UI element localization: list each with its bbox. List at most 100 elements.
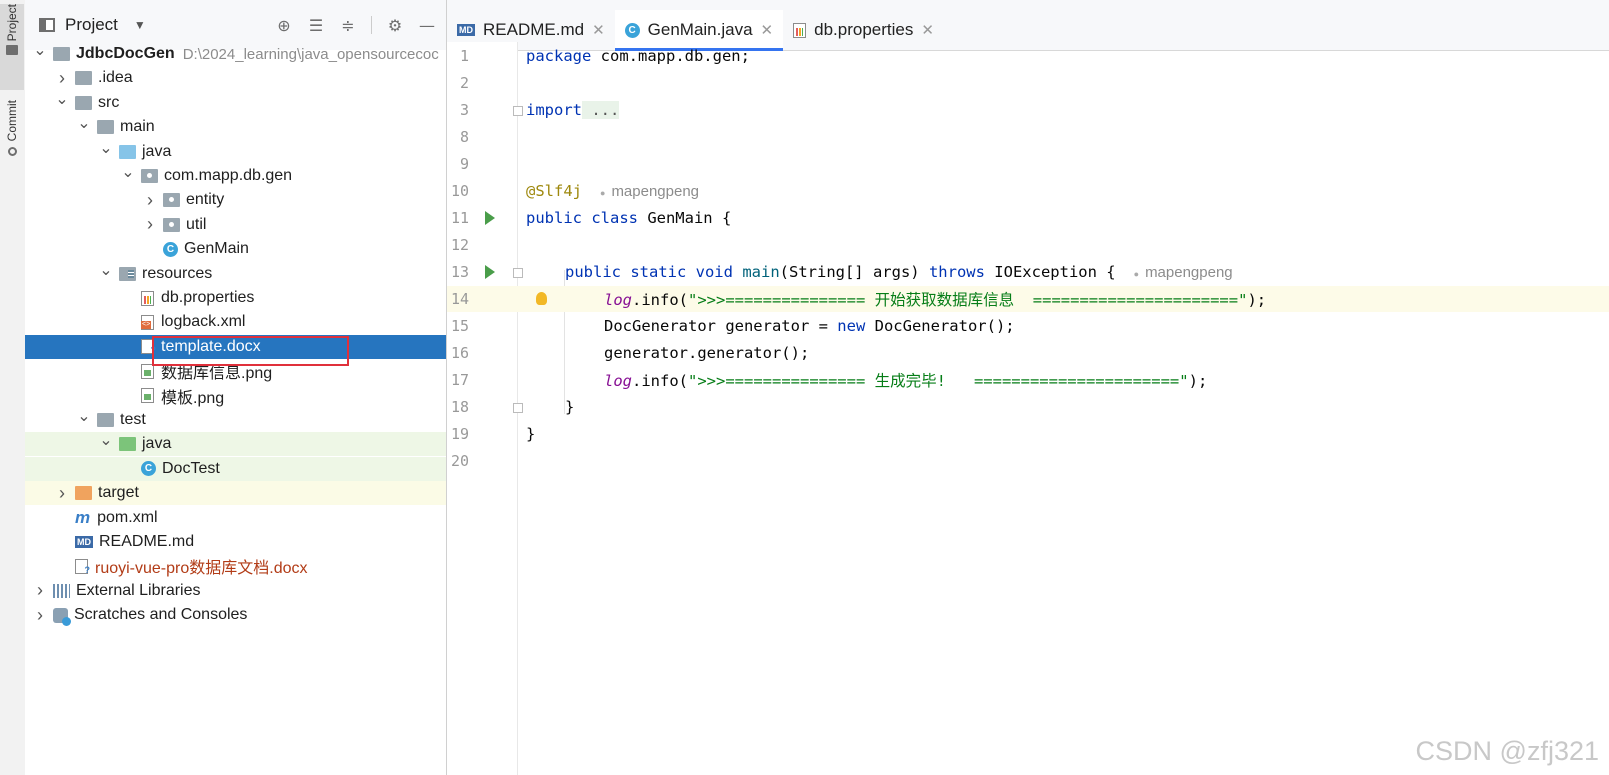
line-number: 9 [459, 155, 469, 173]
line-number: 12 [450, 236, 469, 254]
run-gutter-icon[interactable] [485, 265, 495, 279]
statement-end: ); [1247, 291, 1267, 309]
tree-item[interactable]: C DocTest [25, 456, 446, 481]
tree-item[interactable]: C GenMain [25, 237, 446, 261]
locate-icon[interactable]: ⊕ [275, 16, 293, 35]
tree-item[interactable]: › util [25, 213, 446, 237]
line-number: 1 [459, 47, 469, 65]
chevron-down-icon[interactable]: ▼ [134, 18, 146, 32]
tree-item[interactable]: logback.xml [25, 310, 446, 334]
tree-item[interactable]: › .idea [25, 66, 446, 90]
tree-item-label: .idea [98, 69, 133, 87]
close-icon[interactable]: ✕ [761, 21, 774, 39]
code-line-19[interactable]: 19 } [447, 421, 1609, 447]
code-line-3[interactable]: 3 import ... [447, 97, 1609, 123]
chevron-right-icon[interactable]: › [143, 214, 157, 235]
expand-all-icon[interactable]: ☰ [307, 16, 325, 35]
code-line-16[interactable]: 16 generator.generator(); [447, 340, 1609, 366]
tree-item[interactable]: db.properties [25, 286, 446, 310]
chevron-down-icon[interactable]: ⌄ [77, 406, 91, 426]
tree-item-label: Scratches and Consoles [74, 606, 248, 624]
tree-item-label: 模板.png [161, 389, 225, 407]
tree-item[interactable]: ⌄ src [25, 91, 446, 115]
chevron-down-icon[interactable]: ⌄ [99, 138, 113, 158]
gear-icon[interactable]: ⚙ [386, 16, 404, 35]
code-line-1[interactable]: 1 package com.mapp.db.gen; [447, 43, 1609, 69]
minimize-icon[interactable]: — [418, 16, 436, 35]
class-name: GenMain { [637, 209, 732, 227]
editor-area: MD README.md ✕ C GenMain.java ✕ db.properties ✕… [447, 0, 1609, 775]
chevron-down-icon[interactable]: ⌄ [55, 89, 69, 109]
tree-item[interactable]: 模板.png [25, 384, 446, 408]
editor-tab-label: README.md [483, 20, 585, 39]
code-line-2[interactable]: 2 [447, 70, 1609, 96]
code-line-17[interactable]: 17 log.info(">>>=============== 生成完毕! ==… [447, 367, 1609, 393]
tree-item[interactable]: ruoyi-vue-pro数据库文档.docx [25, 554, 446, 578]
line-number: 3 [459, 101, 469, 119]
code-line-20[interactable]: 20 [447, 448, 1609, 474]
code-line-15[interactable]: 15 DocGenerator generator = new DocGener… [447, 313, 1609, 339]
code-line-13[interactable]: 13 public static void main(String[] args… [447, 259, 1609, 285]
author-inlay-hint[interactable]: mapengpeng [600, 183, 699, 200]
chevron-right-icon[interactable]: › [33, 580, 47, 601]
lightbulb-icon[interactable] [536, 292, 547, 305]
markdown-icon: MD [457, 24, 475, 36]
chevron-down-icon[interactable]: ⌄ [99, 260, 113, 280]
chevron-right-icon[interactable]: › [143, 190, 157, 211]
tree-item[interactable]: › External Libraries [25, 579, 446, 603]
commit-icon [7, 147, 17, 157]
author-inlay-hint[interactable]: mapengpeng [1134, 264, 1233, 281]
commit-tool-tab[interactable]: Commit [0, 100, 24, 176]
close-icon[interactable]: ✕ [592, 21, 605, 39]
tree-item[interactable]: ⌄ java [25, 430, 446, 457]
tree-item[interactable]: ⌄ main [25, 115, 446, 139]
project-window-icon [39, 18, 55, 32]
chevron-down-icon[interactable]: ⌄ [121, 162, 135, 182]
code-line-10[interactable]: 10 @Slf4j mapengpeng [447, 178, 1609, 204]
tree-item[interactable]: MD README.md [25, 530, 446, 554]
collapse-all-icon[interactable]: ≑ [339, 16, 357, 35]
source-folder-icon [119, 144, 136, 159]
chevron-down-icon[interactable]: ⌄ [33, 40, 47, 60]
tree-item[interactable]: ⌄ java [25, 140, 446, 164]
editor-tab-label: GenMain.java [647, 20, 753, 39]
tree-item[interactable]: ⌄ JdbcDocGen D:\2024_learning\java_opensou… [25, 42, 446, 66]
markdown-icon: MD [75, 536, 93, 548]
chevron-down-icon[interactable]: ⌄ [99, 430, 113, 450]
fold-marker-icon[interactable] [513, 106, 523, 116]
tree-item[interactable]: › Scratches and Consoles [25, 603, 446, 627]
new-keyword: new [837, 317, 866, 335]
tree-item[interactable]: › target [25, 481, 446, 506]
chevron-right-icon[interactable]: › [33, 605, 47, 626]
project-tool-tab[interactable]: Project [0, 4, 24, 90]
folded-imports[interactable]: ... [582, 101, 620, 119]
run-gutter-icon[interactable] [485, 211, 495, 225]
code-line-11[interactable]: 11 public class GenMain { [447, 205, 1609, 231]
line-number: 13 [450, 263, 469, 281]
excluded-folder-icon [75, 486, 92, 501]
test-folder-icon [119, 437, 136, 452]
method-keywords: public static void [565, 263, 733, 281]
code-line-18[interactable]: 18 } [447, 394, 1609, 420]
code-line-9[interactable]: 9 [447, 151, 1609, 177]
tree-item[interactable]: template.docx [25, 334, 446, 359]
code-line-14[interactable]: 14 log.info(">>>=============== 开始获取数据库信… [447, 286, 1609, 312]
tree-item[interactable]: ⌄ resources [25, 262, 446, 286]
code-line-8[interactable]: 8 [447, 124, 1609, 150]
tree-item[interactable]: ⌄ test [25, 408, 446, 432]
project-view-selector[interactable]: Project ▼ [39, 15, 146, 35]
chevron-right-icon[interactable]: › [55, 68, 69, 89]
libraries-icon [53, 583, 70, 598]
close-icon[interactable]: ✕ [921, 21, 934, 39]
tree-item[interactable]: 数据库信息.png [25, 359, 446, 383]
tree-item[interactable]: m pom.xml [25, 506, 446, 530]
chevron-right-icon[interactable]: › [55, 483, 69, 504]
fold-marker-icon[interactable] [513, 403, 523, 413]
tree-item[interactable]: › entity [25, 188, 446, 212]
tree-item[interactable]: ⌄ com.mapp.db.gen [25, 164, 446, 188]
package-icon [163, 193, 180, 208]
code-line-12[interactable]: 12 [447, 232, 1609, 258]
fold-marker-icon[interactable] [513, 268, 523, 278]
string-literal: ">>>=============== 生成完毕! ==============… [688, 372, 1189, 390]
chevron-down-icon[interactable]: ⌄ [77, 113, 91, 133]
